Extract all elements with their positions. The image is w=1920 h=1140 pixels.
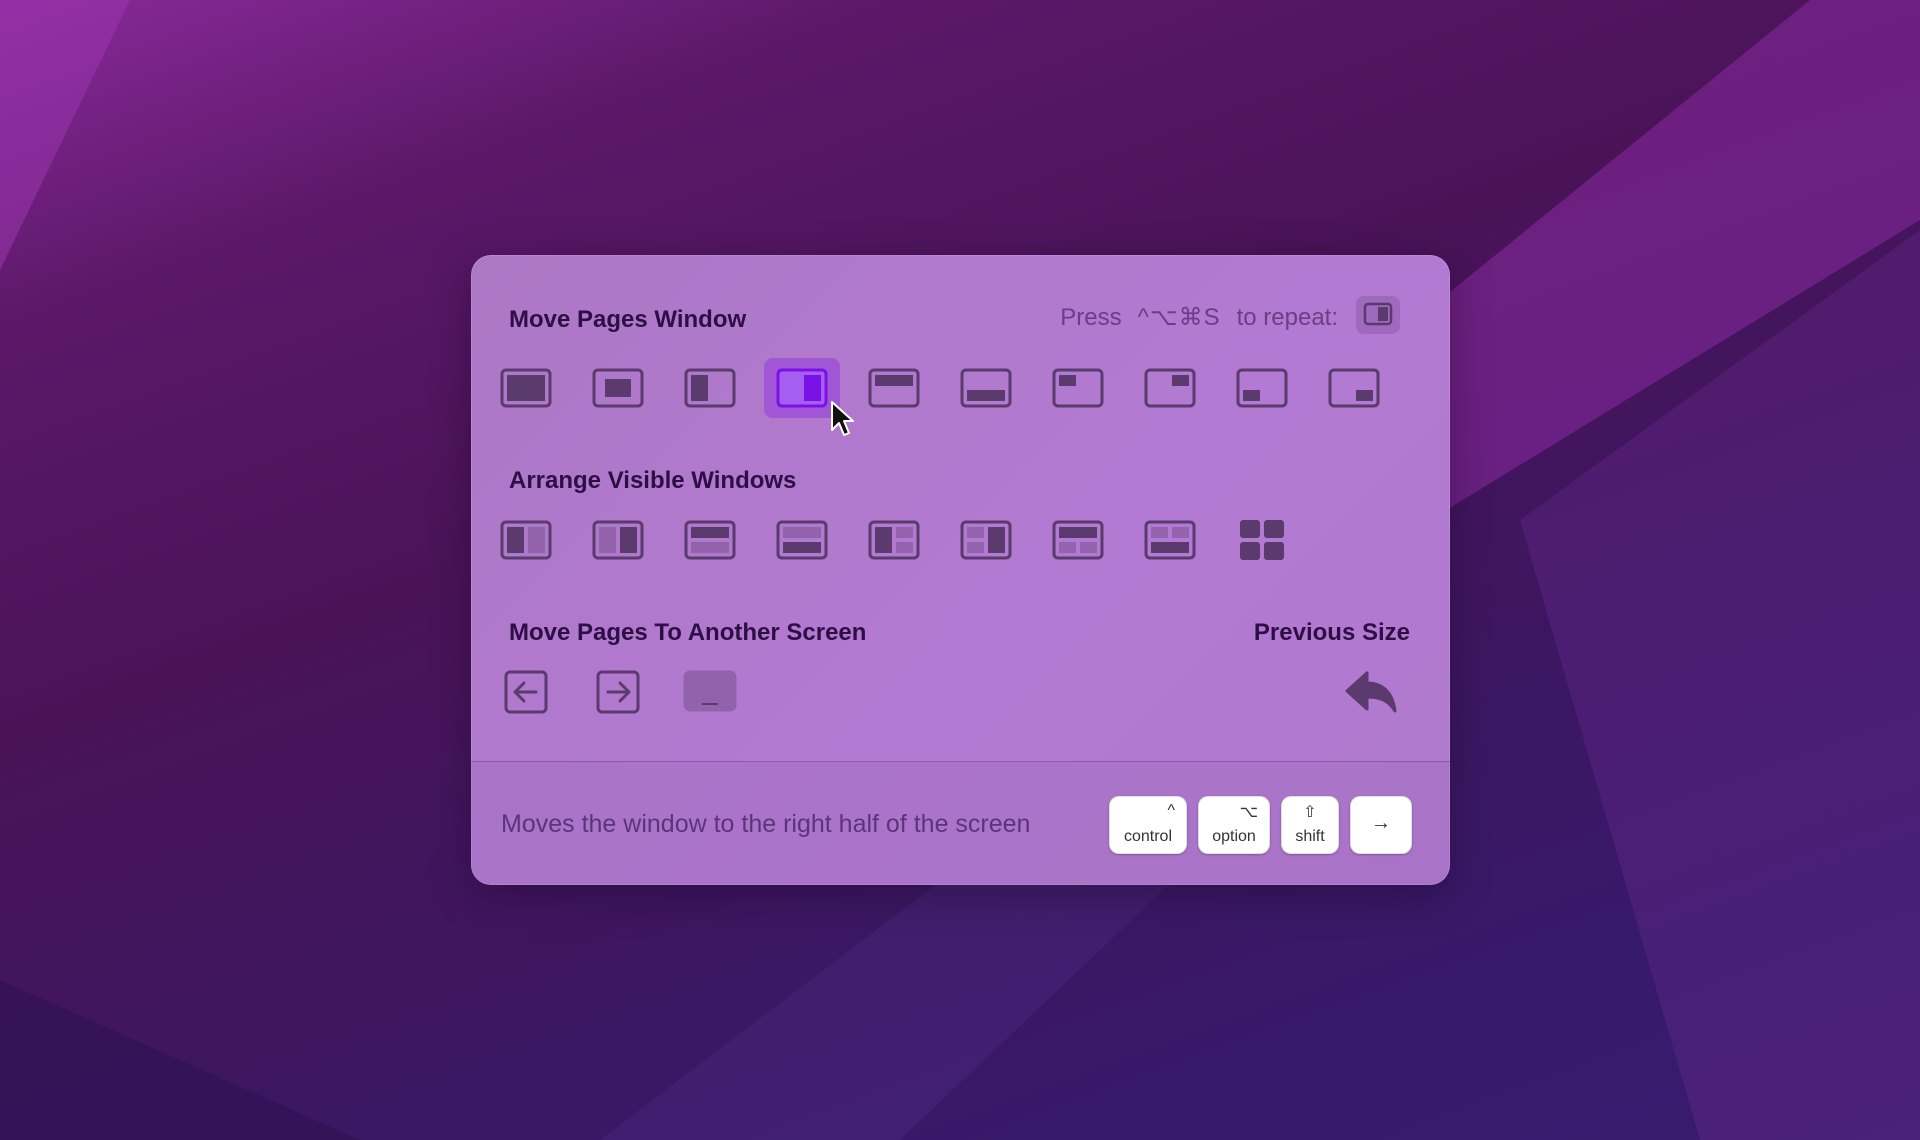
right-half-icon xyxy=(776,368,828,408)
maximize-icon xyxy=(500,368,552,408)
right-half-button[interactable] xyxy=(764,358,840,418)
top-right-button[interactable] xyxy=(1132,358,1208,418)
undo-arrow-icon xyxy=(1345,671,1397,713)
tile-top-split-button[interactable] xyxy=(672,510,748,570)
shift-key: ⇧ shift xyxy=(1281,796,1339,854)
next-screen-button[interactable] xyxy=(580,662,656,722)
center-icon xyxy=(592,368,644,408)
previous-size-button[interactable] xyxy=(1333,662,1409,722)
tile-right-quarters-button[interactable] xyxy=(948,510,1024,570)
repeat-suffix-label: to repeat: xyxy=(1236,303,1338,331)
tile-left-split-button[interactable] xyxy=(488,510,564,570)
tile-right-quarters-icon xyxy=(960,520,1012,560)
shift-key-label: shift xyxy=(1295,828,1325,845)
tile-bottom-split-icon xyxy=(776,520,828,560)
tile-grid-button[interactable] xyxy=(1224,510,1300,570)
bottom-half-button[interactable] xyxy=(948,358,1024,418)
option-key: ⌥ option xyxy=(1198,796,1270,854)
right-arrow-key: → xyxy=(1350,796,1412,854)
control-key-label: control xyxy=(1123,828,1173,845)
maximize-button[interactable] xyxy=(488,358,564,418)
tile-bottom-quarters-button[interactable] xyxy=(1132,510,1208,570)
repeat-press-label: Press xyxy=(1060,303,1122,331)
tile-right-split-icon xyxy=(592,520,644,560)
center-button[interactable] xyxy=(580,358,656,418)
move-section-title: Move Pages Window xyxy=(509,306,747,333)
arrow-left-icon xyxy=(504,670,548,714)
repeat-shortcut-keys: ^⌥⌘S xyxy=(1137,304,1221,331)
arrow-right-icon xyxy=(596,670,640,714)
tile-left-split-icon xyxy=(500,520,552,560)
tile-left-quarters-button[interactable] xyxy=(856,510,932,570)
top-right-icon xyxy=(1144,368,1196,408)
arrange-section-title: Arrange Visible Windows xyxy=(509,467,797,494)
control-key: ^ control xyxy=(1109,796,1187,854)
previous-screen-button[interactable] xyxy=(488,662,564,722)
top-half-icon xyxy=(868,368,920,408)
previous-size-title: Previous Size xyxy=(1253,619,1410,646)
action-description: Moves the window to the right half of th… xyxy=(501,810,1031,838)
window-manager-panel: Move Pages Window Press ^⌥⌘S to repeat: xyxy=(471,255,1450,885)
display-icon xyxy=(683,670,737,712)
screen-section-title: Move Pages To Another Screen xyxy=(509,619,867,646)
bottom-right-button[interactable] xyxy=(1316,358,1392,418)
shift-key-symbol: ⇧ xyxy=(1303,804,1317,821)
repeat-hint: Press ^⌥⌘S to repeat: xyxy=(1060,303,1338,332)
bottom-right-icon xyxy=(1328,368,1380,408)
tile-right-split-button[interactable] xyxy=(580,510,656,570)
left-half-button[interactable] xyxy=(672,358,748,418)
tile-bottom-split-button[interactable] xyxy=(764,510,840,570)
tile-left-quarters-icon xyxy=(868,520,920,560)
top-left-button[interactable] xyxy=(1040,358,1116,418)
top-left-icon xyxy=(1052,368,1104,408)
built-in-display-button[interactable] xyxy=(672,662,748,722)
tile-bottom-quarters-icon xyxy=(1144,520,1196,560)
option-key-label: option xyxy=(1212,828,1256,845)
option-key-symbol: ⌥ xyxy=(1239,804,1258,821)
footer-divider xyxy=(471,761,1450,762)
top-half-button[interactable] xyxy=(856,358,932,418)
tile-top-quarters-button[interactable] xyxy=(1040,510,1116,570)
control-key-symbol: ^ xyxy=(1167,802,1175,819)
tile-top-quarters-icon xyxy=(1052,520,1104,560)
right-arrow-key-symbol: → xyxy=(1371,812,1391,834)
bottom-half-icon xyxy=(960,368,1012,408)
grid-icon xyxy=(1240,520,1284,560)
bottom-left-button[interactable] xyxy=(1224,358,1300,418)
tile-top-split-icon xyxy=(684,520,736,560)
bottom-left-icon xyxy=(1236,368,1288,408)
left-half-icon xyxy=(684,368,736,408)
repeat-right-half-icon[interactable] xyxy=(1356,296,1400,334)
